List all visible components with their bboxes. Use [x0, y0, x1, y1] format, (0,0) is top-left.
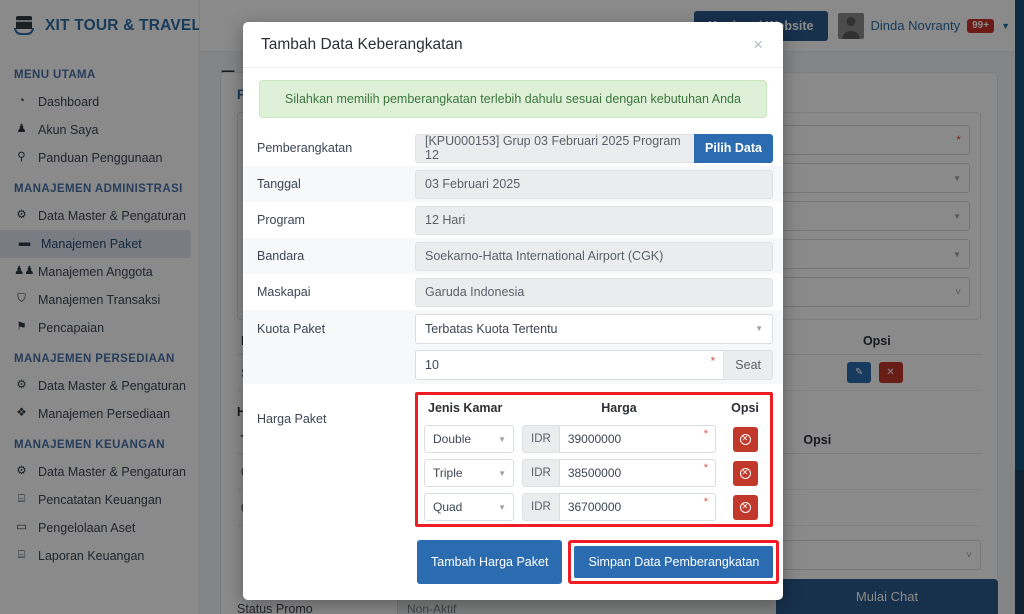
label-harga-paket: Harga Paket [257, 412, 327, 426]
harga-paket-highlight-box: Jenis Kamar Harga Opsi Double ▼ IDR 3900000… [415, 392, 773, 527]
field-row-kuota-seat: 10 * Seat [243, 344, 783, 384]
harga-input-group: IDR 39000000 * [522, 425, 716, 453]
tambah-harga-paket-button[interactable]: Tambah Harga Paket [417, 540, 563, 584]
cell-harga: IDR 38500000 * [518, 456, 720, 490]
footer-spacer [259, 540, 417, 584]
maskapai-input[interactable]: Garuda Indonesia [415, 277, 773, 307]
harga-value: 36700000 [567, 500, 622, 514]
control-seat: 10 * Seat [415, 349, 773, 380]
cell-harga: IDR 36700000 * [518, 490, 720, 524]
jenis-kamar-value: Triple [433, 466, 463, 480]
pemberangkatan-input[interactable]: [KPU000153] Grup 03 Februari 2025 Progra… [415, 133, 695, 163]
required-marker: * [710, 353, 716, 368]
cell-jenis-kamar: Quad ▼ [418, 490, 518, 524]
field-row-tanggal: Tanggal 03 Februari 2025 [243, 166, 783, 202]
required-marker: * [703, 496, 708, 508]
kuota-paket-select[interactable]: Terbatas Kuota Tertentu ▼ [415, 313, 773, 344]
seat-quantity-input[interactable]: 10 * [415, 349, 724, 380]
label-tanggal: Tanggal [257, 177, 301, 191]
control-tanggal: 03 Februari 2025 [415, 169, 773, 199]
cell-harga: IDR 39000000 * [518, 422, 720, 456]
delete-circle-icon[interactable]: ✕ [732, 460, 758, 486]
field-row-maskapai: Maskapai Garuda Indonesia [243, 274, 783, 310]
label-pemberangkatan: Pemberangkatan [257, 141, 353, 155]
caret-down-icon: ▼ [498, 502, 506, 512]
harga-paket-table: Jenis Kamar Harga Opsi Double ▼ IDR 3900000… [418, 395, 770, 524]
caret-down-icon: ▼ [755, 324, 763, 333]
label-maskapai: Maskapai [257, 285, 311, 299]
currency-addon: IDR [522, 493, 559, 521]
info-alert: Silahkan memilih pemberangkatan terlebih… [259, 80, 767, 118]
jenis-kamar-select[interactable]: Quad ▼ [424, 493, 514, 521]
field-row-kuota-paket: Kuota Paket Terbatas Kuota Tertentu ▼ [243, 310, 783, 344]
control-program: 12 Hari [415, 205, 773, 235]
harga-header-row: Jenis Kamar Harga Opsi [418, 395, 770, 422]
app-root: XIT TOUR & TRAVEL MENU UTAMA ◔ Dashboard ♟ A… [0, 0, 1024, 614]
label-program: Program [257, 213, 305, 227]
control-bandara: Soekarno-Hatta International Airport (CG… [415, 241, 773, 271]
control-pemberangkatan: [KPU000153] Grup 03 Februari 2025 Progra… [415, 133, 773, 163]
label-kuota-paket: Kuota Paket [257, 321, 326, 336]
harga-value: 38500000 [567, 466, 622, 480]
harga-value: 39000000 [567, 432, 622, 446]
currency-addon: IDR [522, 425, 559, 453]
control-harga-paket: Jenis Kamar Harga Opsi Double ▼ IDR 3900000… [415, 392, 773, 527]
harga-paket-row: Quad ▼ IDR 36700000 * ✕ [418, 490, 770, 524]
jenis-kamar-value: Double [433, 432, 472, 446]
seat-unit-addon: Seat [723, 349, 773, 380]
bandara-input[interactable]: Soekarno-Hatta International Airport (CG… [415, 241, 773, 271]
seat-input-group: 10 * Seat [415, 349, 773, 380]
jenis-kamar-select[interactable]: Double ▼ [424, 425, 514, 453]
jenis-kamar-select[interactable]: Triple ▼ [424, 459, 514, 487]
save-button-highlight: Simpan Data Pemberangkatan [568, 540, 780, 584]
col-harga: Harga [601, 401, 637, 415]
currency-addon: IDR [522, 459, 559, 487]
caret-down-icon: ▼ [498, 468, 506, 478]
control-kuota-select: Terbatas Kuota Tertentu ▼ [415, 313, 773, 344]
delete-circle-icon[interactable]: ✕ [732, 494, 758, 520]
harga-paket-row: Triple ▼ IDR 38500000 * ✕ [418, 456, 770, 490]
tanggal-input[interactable]: 03 Februari 2025 [415, 169, 773, 199]
field-row-harga-paket: Harga Paket Jenis Kamar Harga Opsi Doubl… [243, 384, 783, 530]
program-input[interactable]: 12 Hari [415, 205, 773, 235]
simpan-data-pemberangkatan-button[interactable]: Simpan Data Pemberangkatan [573, 545, 775, 579]
field-row-program: Program 12 Hari [243, 202, 783, 238]
harga-input[interactable]: 39000000 * [558, 425, 716, 453]
modal-footer: Tambah Harga Paket Simpan Data Pemberang… [243, 530, 783, 600]
cell-opsi: ✕ [720, 422, 770, 456]
caret-down-icon: ▼ [498, 434, 506, 444]
close-icon[interactable]: × [751, 34, 765, 55]
cell-opsi: ✕ [720, 490, 770, 524]
modal-header: Tambah Data Keberangkatan × [243, 22, 783, 68]
tambah-data-keberangkatan-modal: Tambah Data Keberangkatan × Silahkan mem… [243, 22, 783, 600]
harga-input[interactable]: 36700000 * [558, 493, 716, 521]
harga-paket-row: Double ▼ IDR 39000000 * ✕ [418, 422, 770, 456]
cell-jenis-kamar: Triple ▼ [418, 456, 518, 490]
col-jenis-kamar: Jenis Kamar [428, 401, 503, 415]
harga-input-group: IDR 36700000 * [522, 493, 716, 521]
harga-paket-rows: Double ▼ IDR 39000000 * ✕ Triple ▼ IDR 38500000 * ✕… [418, 422, 770, 524]
col-opsi: Opsi [731, 401, 759, 415]
pilih-data-button[interactable]: Pilih Data [694, 133, 773, 163]
modal-title: Tambah Data Keberangkatan [261, 35, 463, 53]
field-row-bandara: Bandara Soekarno-Hatta International Air… [243, 238, 783, 274]
label-bandara: Bandara [257, 249, 305, 263]
kuota-paket-select-value: Terbatas Kuota Tertentu [425, 321, 558, 336]
delete-circle-icon[interactable]: ✕ [732, 426, 758, 452]
control-maskapai: Garuda Indonesia [415, 277, 773, 307]
jenis-kamar-value: Quad [433, 500, 463, 514]
required-marker: * [703, 462, 708, 474]
cell-opsi: ✕ [720, 456, 770, 490]
harga-input[interactable]: 38500000 * [558, 459, 716, 487]
field-row-pemberangkatan: Pemberangkatan [KPU000153] Grup 03 Febru… [243, 130, 783, 166]
required-marker: * [703, 428, 708, 440]
input-group-pemberangkatan: [KPU000153] Grup 03 Februari 2025 Progra… [415, 133, 773, 163]
seat-quantity-value: 10 [425, 357, 439, 372]
modal-body: Silahkan memilih pemberangkatan terlebih… [243, 68, 783, 118]
harga-input-group: IDR 38500000 * [522, 459, 716, 487]
cell-jenis-kamar: Double ▼ [418, 422, 518, 456]
